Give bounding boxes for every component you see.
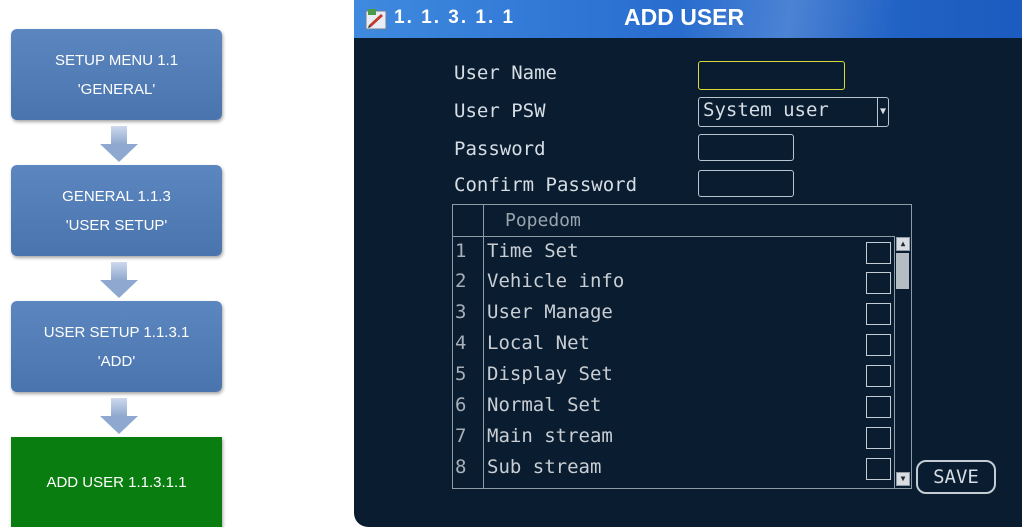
flow-step-title: ADD USER 1.1.3.1.1 xyxy=(46,473,187,491)
permission-checkbox[interactable] xyxy=(866,458,891,480)
title-bar: 1. 1. 3. 1. 1 ADD USER xyxy=(354,0,1022,38)
row-label: Normal Set xyxy=(487,394,602,416)
permission-checkbox[interactable] xyxy=(866,427,891,449)
flow-step-subtitle: 'GENERAL' xyxy=(77,80,156,98)
table-row: 2 Vehicle info xyxy=(453,267,893,297)
confirm-password-label: Confirm Password xyxy=(454,174,638,196)
row-number: 8 xyxy=(455,456,467,478)
row-label: Main stream xyxy=(487,425,613,447)
popedom-table: Popedom 1 Time Set 2 Vehicle info 3 User… xyxy=(452,204,912,489)
menu-app-icon xyxy=(365,9,387,30)
row-number: 7 xyxy=(455,425,467,447)
user-name-label: User Name xyxy=(454,62,557,84)
row-number: 6 xyxy=(455,394,467,416)
menu-number: 1. 1. 3. 1. 1 xyxy=(394,7,516,28)
row-label: Local Net xyxy=(487,332,590,354)
flow-step-user-setup: USER SETUP 1.1.3.1 'ADD' xyxy=(11,301,222,392)
flow-arrow-down-icon xyxy=(99,126,139,164)
scroll-down-icon[interactable]: ▼ xyxy=(896,472,910,486)
save-button[interactable]: SAVE xyxy=(916,460,996,494)
page-title: ADD USER xyxy=(624,4,745,30)
table-row: 8 Sub stream xyxy=(453,453,893,483)
row-number: 4 xyxy=(455,332,467,354)
permission-checkbox[interactable] xyxy=(866,334,891,356)
row-number: 3 xyxy=(455,301,467,323)
user-psw-label: User PSW xyxy=(454,100,546,122)
password-label: Password xyxy=(454,138,546,160)
password-field[interactable] xyxy=(698,134,794,161)
row-label: Display Set xyxy=(487,363,613,385)
row-label: Vehicle info xyxy=(487,270,625,292)
flow-step-general: GENERAL 1.1.3 'USER SETUP' xyxy=(11,165,222,256)
popedom-header: Popedom xyxy=(505,210,581,231)
user-psw-value: System user xyxy=(703,99,829,121)
flow-step-setup-menu: SETUP MENU 1.1 'GENERAL' xyxy=(11,29,222,120)
row-number: 1 xyxy=(455,240,467,262)
confirm-password-field[interactable] xyxy=(698,170,794,197)
scroll-up-icon[interactable]: ▲ xyxy=(896,237,910,251)
table-row: 3 User Manage xyxy=(453,298,893,328)
flow-step-subtitle: 'USER SETUP' xyxy=(65,216,168,234)
user-name-field[interactable] xyxy=(698,61,845,90)
table-row: 6 Normal Set xyxy=(453,391,893,421)
row-label: Sub stream xyxy=(487,456,602,478)
flow-step-subtitle: 'ADD' xyxy=(97,352,136,370)
row-label: User Manage xyxy=(487,301,613,323)
permission-checkbox[interactable] xyxy=(866,272,891,294)
scrollbar[interactable]: ▲ ▼ xyxy=(894,236,911,488)
row-number: 5 xyxy=(455,363,467,385)
flow-step-title: USER SETUP 1.1.3.1 xyxy=(43,323,190,341)
row-label: Time Set xyxy=(487,240,579,262)
chevron-down-icon[interactable]: ▼ xyxy=(877,98,888,126)
row-number: 2 xyxy=(455,270,467,292)
dvr-screen: 1. 1. 3. 1. 1 ADD USER User Name User PS… xyxy=(354,0,1022,527)
table-row: 1 Time Set xyxy=(453,237,893,267)
table-row: 5 Display Set xyxy=(453,360,893,390)
permission-checkbox[interactable] xyxy=(866,365,891,387)
flow-step-add-user: ADD USER 1.1.3.1.1 xyxy=(11,437,222,527)
table-header: Popedom xyxy=(453,205,911,237)
permission-checkbox[interactable] xyxy=(866,303,891,325)
scroll-thumb[interactable] xyxy=(896,253,909,289)
permission-checkbox[interactable] xyxy=(866,396,891,418)
flow-step-title: GENERAL 1.1.3 xyxy=(62,187,171,205)
flow-arrow-down-icon xyxy=(99,398,139,436)
user-psw-select[interactable]: System user ▼ xyxy=(698,97,889,127)
permission-checkbox[interactable] xyxy=(866,242,891,264)
flow-arrow-down-icon xyxy=(99,262,139,300)
flow-step-title: SETUP MENU 1.1 xyxy=(54,51,179,69)
table-row: 4 Local Net xyxy=(453,329,893,359)
table-row: 7 Main stream xyxy=(453,422,893,452)
